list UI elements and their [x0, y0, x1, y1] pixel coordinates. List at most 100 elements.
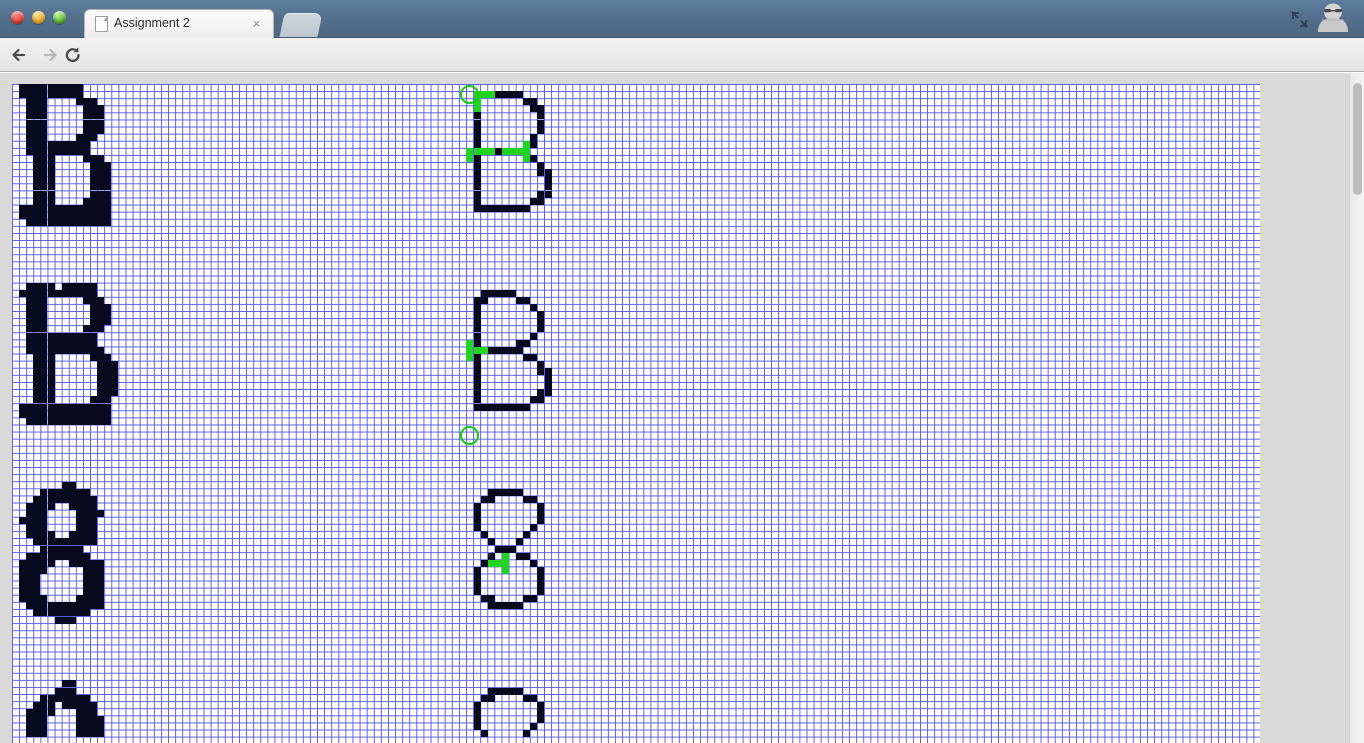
grid-cell-filled [75, 595, 83, 603]
grid-cell-filled [33, 218, 41, 226]
grid-cell-filled [40, 552, 48, 560]
grid-cell-filled [530, 396, 538, 404]
grid-cell-filled [523, 403, 531, 411]
grid-cell-filled [33, 353, 41, 361]
fullscreen-icon[interactable] [1291, 11, 1308, 28]
grid-cell-filled [47, 169, 55, 177]
grid-cell-filled [40, 332, 48, 340]
grid-cell-filled [75, 715, 83, 723]
bitmap-font-grid[interactable] [12, 84, 1260, 743]
grid-cell-filled [104, 204, 112, 212]
grid-cell-filled [523, 694, 531, 702]
grid-cell-filled [54, 339, 62, 347]
grid-cell-filled [501, 403, 509, 411]
title-bar: Assignment 2 × [0, 0, 1364, 38]
grid-cell-filled [537, 360, 545, 368]
grid-cell-filled [494, 602, 502, 610]
grid-cell-filled [509, 91, 517, 99]
grid-cell-filled [90, 531, 98, 539]
grid-cell-filled [54, 538, 62, 546]
grid-cell-filled [40, 694, 48, 702]
grid-cell-filled [61, 282, 69, 290]
grid-cell-filled [40, 346, 48, 354]
forward-button[interactable] [39, 44, 61, 66]
grid-cell-filled [90, 282, 98, 290]
grid-cell-filled [68, 218, 76, 226]
grid-cell-filled [68, 694, 76, 702]
grid-cell-filled [26, 339, 34, 347]
minimize-window-button[interactable] [32, 11, 45, 24]
vertical-scrollbar[interactable] [1349, 73, 1364, 743]
grid-cell-filled [26, 140, 34, 148]
grid-cell-filled [104, 318, 112, 326]
back-button[interactable] [8, 44, 30, 66]
grid-cell-filled [537, 566, 545, 574]
grid-cell-filled [90, 119, 98, 127]
grid-cell-filled [544, 368, 552, 376]
grid-cell-filled [47, 602, 55, 610]
grid-cell-filled [47, 346, 55, 354]
grid-cell-filled [47, 389, 55, 397]
close-window-button[interactable] [11, 11, 24, 24]
grid-cell-filled [40, 112, 48, 120]
grid-cell-filled [544, 389, 552, 397]
grid-cell-filled [97, 190, 105, 198]
tab-assignment-2[interactable]: Assignment 2 × [84, 9, 274, 38]
reload-button[interactable] [62, 44, 84, 66]
grid-cell-filled [83, 701, 91, 709]
grid-cell-filled [68, 211, 76, 219]
grid-cell-filled [54, 403, 62, 411]
grid-cell-filled [33, 211, 41, 219]
grid-cell-filled [90, 559, 98, 567]
grid-cell-filled [68, 84, 76, 92]
grid-cell-filled [104, 368, 112, 376]
grid-cell-filled [26, 126, 34, 134]
grid-cell-filled [83, 708, 91, 716]
grid-cell-filled [40, 531, 48, 539]
grid-cell-filled [68, 339, 76, 347]
grid-cell-filled [54, 488, 62, 496]
grid-cell-filled [33, 339, 41, 347]
grid-cell-filled [104, 169, 112, 177]
grid-cell-filled [530, 353, 538, 361]
grid-cell-filled [83, 339, 91, 347]
close-icon[interactable]: × [250, 17, 263, 30]
grid-cell-filled [26, 304, 34, 312]
grid-cell-filled [90, 162, 98, 170]
grid-cell-highlight [494, 559, 502, 567]
scrollbar-thumb[interactable] [1353, 83, 1362, 195]
grid-cell-filled [26, 566, 34, 574]
grid-cell-filled [61, 538, 69, 546]
grid-cell-filled [26, 105, 34, 113]
grid-cell-filled [33, 155, 41, 163]
grid-cell-filled [501, 687, 509, 695]
grid-cell-filled [83, 715, 91, 723]
grid-cell-filled [40, 147, 48, 155]
grid-cell-filled [75, 218, 83, 226]
grid-cell-filled [537, 573, 545, 581]
grid-cell-filled [26, 311, 34, 319]
grid-cell-filled [68, 204, 76, 212]
grid-cell-filled [75, 403, 83, 411]
grid-cell-filled [97, 588, 105, 596]
new-tab-button[interactable] [279, 13, 323, 37]
grid-cell-filled [537, 325, 545, 333]
grid-cell-filled [537, 715, 545, 723]
grid-cell-filled [97, 112, 105, 120]
grid-cell-filled [97, 311, 105, 319]
grid-cell-filled [473, 325, 481, 333]
grid-cell-filled [68, 282, 76, 290]
grid-cell-filled [523, 531, 531, 539]
grid-cell-filled [75, 410, 83, 418]
grid-cell-filled [26, 133, 34, 141]
grid-cell-filled [19, 581, 27, 589]
grid-cell-filled [47, 353, 55, 361]
grid-cell-filled [530, 723, 538, 731]
grid-cell-filled [54, 84, 62, 92]
grid-cell-filled [54, 694, 62, 702]
grid-cell-filled [83, 488, 91, 496]
maximize-window-button[interactable] [53, 11, 66, 24]
grid-cell-filled [104, 304, 112, 312]
grid-cell-filled [487, 346, 495, 354]
grid-cell-filled [68, 531, 76, 539]
